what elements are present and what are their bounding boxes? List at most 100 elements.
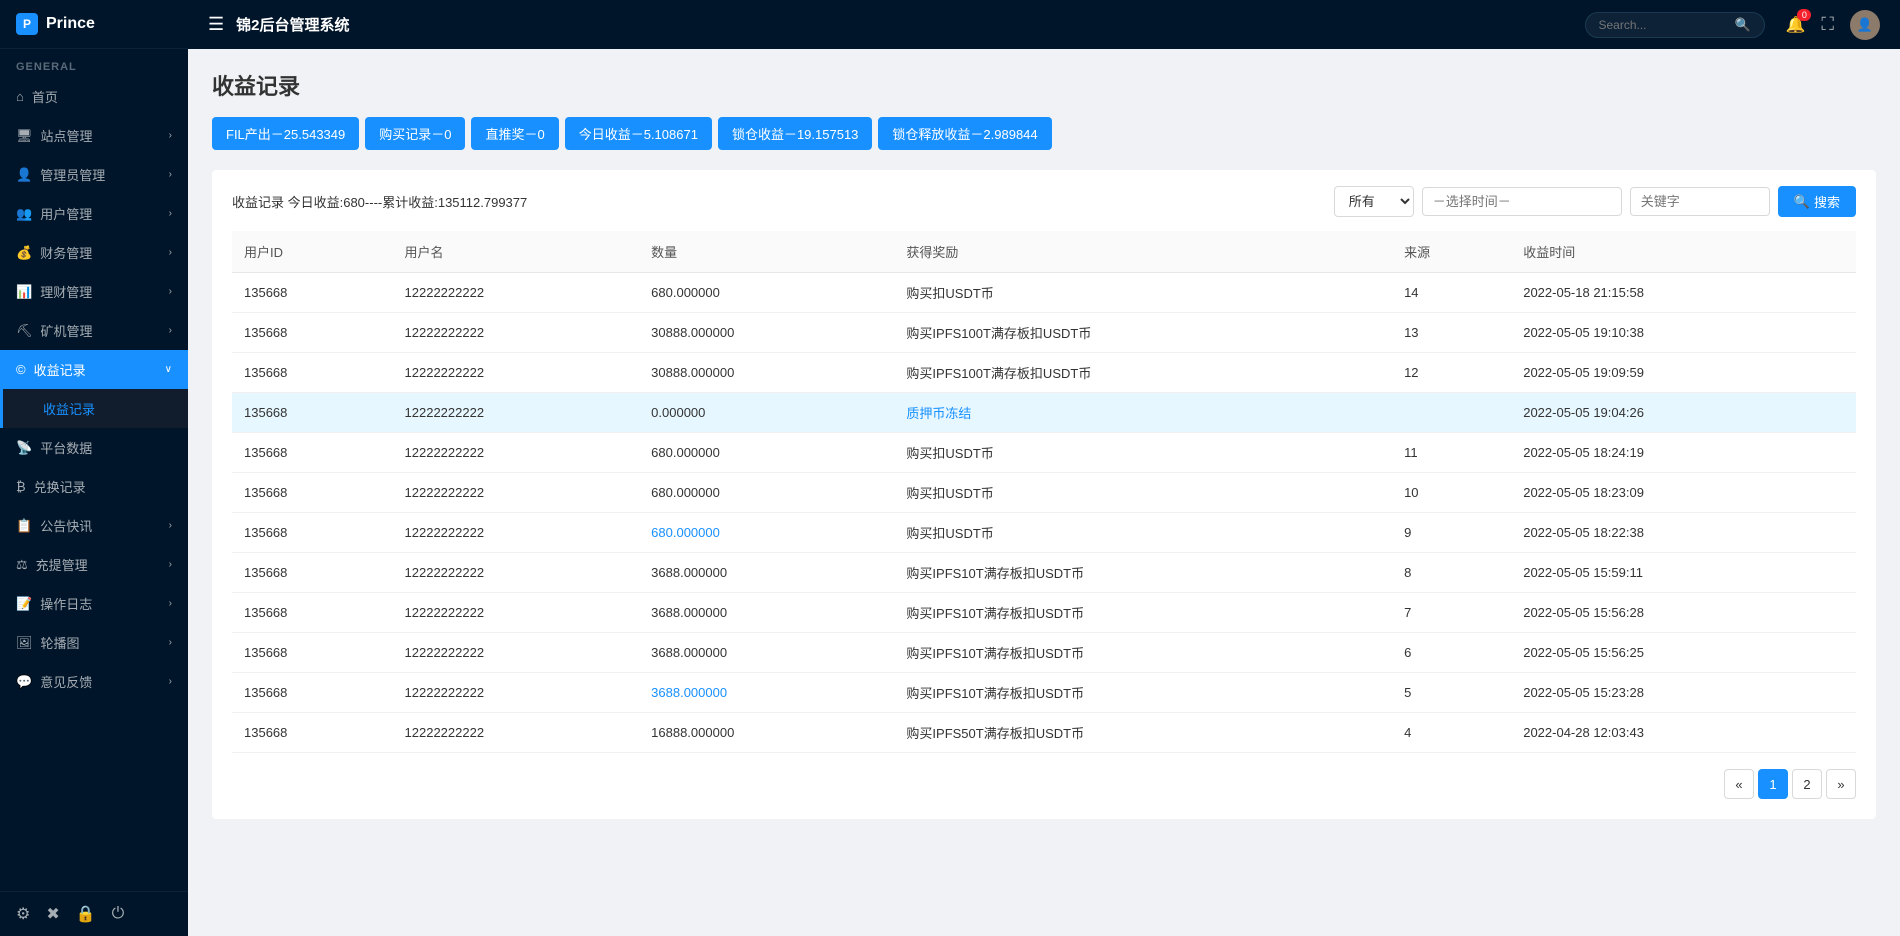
cell-username: 12222222222 (393, 393, 640, 433)
col-reward: 获得奖励 (894, 231, 1392, 273)
cell-reward: 购买IPFS10T满存板扣USDT币 (894, 633, 1392, 673)
table-row: 135668 12222222222 680.000000 购买扣USDT币 1… (232, 473, 1856, 513)
col-time: 收益时间 (1511, 231, 1856, 273)
page-prev[interactable]: « (1724, 769, 1754, 799)
stat-direct[interactable]: 直推奖－0 (471, 117, 558, 150)
sidebar-item-label: 轮播图 (41, 633, 80, 652)
notification-icon[interactable]: 🔔 0 (1785, 15, 1805, 35)
wealth-icon: 📊 (16, 284, 32, 300)
sidebar-item-user[interactable]: 👥 用户管理 › (0, 194, 188, 233)
cell-amount: 3688.000000 (639, 593, 894, 633)
stat-buy[interactable]: 购买记录－0 (365, 117, 465, 150)
cell-username: 12222222222 (393, 513, 640, 553)
page-1[interactable]: 1 (1758, 769, 1788, 799)
sidebar-item-notice[interactable]: 📋 公告快讯 › (0, 506, 188, 545)
cell-time: 2022-05-05 19:10:38 (1511, 313, 1856, 353)
stat-today[interactable]: 今日收益－5.108671 (565, 117, 712, 150)
logo-icon: P (16, 13, 38, 35)
settings-icon[interactable]: ⚙ (16, 904, 30, 924)
col-user-id: 用户ID (232, 231, 393, 273)
cell-user-id: 135668 (232, 313, 393, 353)
table-body: 135668 12222222222 680.000000 购买扣USDT币 1… (232, 273, 1856, 753)
filter-keyword-input[interactable] (1630, 187, 1770, 216)
sidebar-item-earnings-sub[interactable]: 收益记录 (0, 389, 188, 428)
sidebar-item-platform[interactable]: 📡 平台数据 (0, 428, 188, 467)
cell-source: 4 (1392, 713, 1511, 753)
sidebar-item-label: 管理员管理 (40, 165, 105, 184)
sidebar-item-oplog[interactable]: 📝 操作日志 › (0, 584, 188, 623)
sidebar-item-label: 理财管理 (40, 282, 92, 301)
cell-time: 2022-05-05 19:04:26 (1511, 393, 1856, 433)
page-next[interactable]: » (1826, 769, 1856, 799)
cell-amount: 16888.000000 (639, 713, 894, 753)
cell-time: 2022-04-28 12:03:43 (1511, 713, 1856, 753)
filter-row: 收益记录 今日收益:680----累计收益:135112.799377 所有 购… (232, 186, 1856, 217)
page-2[interactable]: 2 (1792, 769, 1822, 799)
col-username: 用户名 (393, 231, 640, 273)
search-button[interactable]: 🔍 搜索 (1778, 186, 1856, 217)
search-container: 🔍 (1585, 12, 1765, 38)
cell-reward: 购买IPFS10T满存板扣USDT币 (894, 673, 1392, 713)
feedback-icon: 💬 (16, 674, 32, 690)
sidebar-sub-label: 收益记录 (43, 399, 95, 418)
sidebar-item-earnings[interactable]: © 收益记录 ∨ (0, 350, 188, 389)
sidebar-item-label: 站点管理 (41, 126, 93, 145)
cell-source: 10 (1392, 473, 1511, 513)
cell-amount: 3688.000000 (639, 553, 894, 593)
cell-user-id: 135668 (232, 393, 393, 433)
table-row: 135668 12222222222 3688.000000 购买IPFS10T… (232, 553, 1856, 593)
sidebar-footer: ⚙ ✖ 🔒 ⏻ (0, 891, 188, 936)
chevron-right-icon: › (169, 559, 172, 570)
power-icon[interactable]: ⏻ (112, 905, 125, 923)
sidebar-item-miner[interactable]: ⛏ 矿机管理 › (0, 311, 188, 350)
cell-username: 12222222222 (393, 713, 640, 753)
sidebar-item-feedback[interactable]: 💬 意见反馈 › (0, 662, 188, 701)
sidebar-item-banner[interactable]: 🖼 轮播图 › (0, 623, 188, 662)
table-row: 135668 12222222222 30888.000000 购买IPFS10… (232, 353, 1856, 393)
sidebar-item-admin[interactable]: 👤 管理员管理 › (0, 155, 188, 194)
cell-user-id: 135668 (232, 353, 393, 393)
stat-lock[interactable]: 锁仓收益－19.157513 (718, 117, 872, 150)
sidebar-item-withdraw[interactable]: ⚖ 充提管理 › (0, 545, 188, 584)
cell-reward: 购买IPFS100T满存板扣USDT币 (894, 313, 1392, 353)
expand-icon[interactable]: ⛶ (1821, 14, 1834, 35)
home-icon: ⌂ (16, 89, 24, 104)
app-logo[interactable]: P Prince (0, 0, 188, 49)
sidebar-item-finance[interactable]: 💰 财务管理 › (0, 233, 188, 272)
cell-source: 8 (1392, 553, 1511, 593)
sidebar-item-label: 矿机管理 (41, 321, 93, 340)
cell-source: 7 (1392, 593, 1511, 633)
hamburger-icon[interactable]: ☰ (208, 14, 224, 35)
chevron-down-icon: ∨ (165, 364, 172, 375)
topbar: ☰ 锦2后台管理系统 🔍 🔔 0 ⛶ 👤 (188, 0, 1900, 49)
search-icon: 🔍 (1734, 17, 1750, 33)
filter-select[interactable]: 所有 购买 直推 锁仓 (1334, 186, 1414, 217)
cell-source: 6 (1392, 633, 1511, 673)
filter-summary: 收益记录 今日收益:680----累计收益:135112.799377 (232, 192, 527, 211)
cell-user-id: 135668 (232, 633, 393, 673)
cell-amount: 0.000000 (639, 393, 894, 433)
withdraw-icon: ⚖ (16, 557, 28, 573)
search-input[interactable] (1598, 18, 1728, 32)
notice-icon: 📋 (16, 518, 32, 534)
close-icon[interactable]: ✖ (46, 904, 59, 924)
cell-amount: 680.000000 (639, 433, 894, 473)
cell-time: 2022-05-05 15:56:25 (1511, 633, 1856, 673)
sidebar-item-site[interactable]: 🖥 站点管理 › (0, 116, 188, 155)
table-row: 135668 12222222222 16888.000000 购买IPFS50… (232, 713, 1856, 753)
cell-time: 2022-05-05 15:59:11 (1511, 553, 1856, 593)
filter-date-input[interactable] (1422, 187, 1622, 216)
sidebar-item-exchange[interactable]: ₿ 兑换记录 (0, 467, 188, 506)
cell-time: 2022-05-05 18:23:09 (1511, 473, 1856, 513)
sidebar-item-wealth[interactable]: 📊 理财管理 › (0, 272, 188, 311)
earnings-table: 用户ID 用户名 数量 获得奖励 来源 收益时间 135668 12222222… (232, 231, 1856, 753)
avatar[interactable]: 👤 (1850, 10, 1880, 40)
stat-fil[interactable]: FIL产出－25.543349 (212, 117, 359, 150)
cell-user-id: 135668 (232, 553, 393, 593)
stat-release[interactable]: 锁仓释放收益－2.989844 (878, 117, 1051, 150)
lock-icon[interactable]: 🔒 (76, 904, 96, 924)
cell-source: 11 (1392, 433, 1511, 473)
sidebar-item-home[interactable]: ⌂ 首页 (0, 77, 188, 116)
chevron-right-icon: › (169, 247, 172, 258)
chevron-right-icon: › (169, 208, 172, 219)
